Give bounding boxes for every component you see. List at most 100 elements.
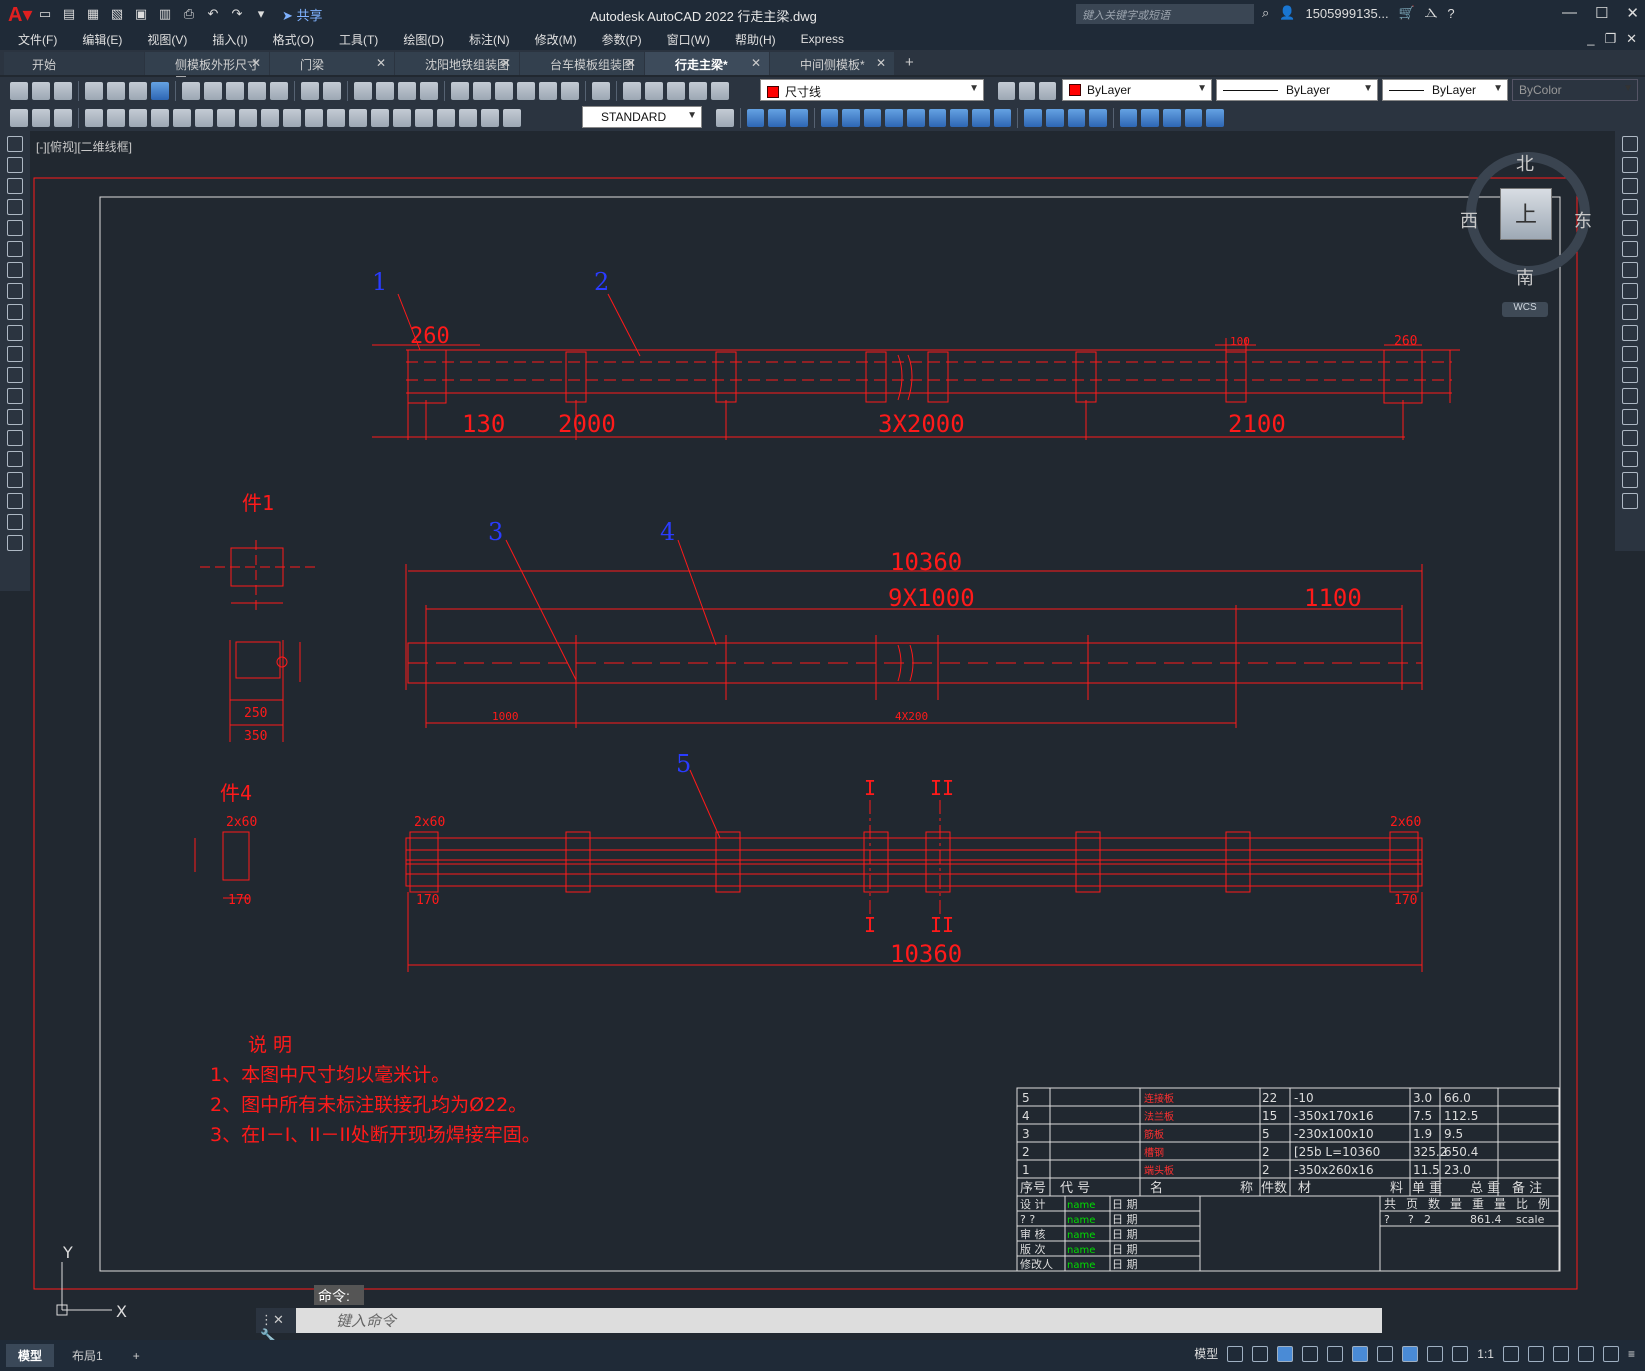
annotation-visibility-icon[interactable] [1402,1345,1419,1362]
part4-label: 件4 [220,781,252,805]
bom-row-unit: 1.9 [1413,1127,1432,1141]
title-block-name: name [1067,1215,1095,1226]
bom-row-total: 650.4 [1444,1145,1478,1159]
command-close-icon[interactable]: ⋮✕ 🔧 [256,1308,296,1343]
bom-header-name: 名 [1150,1180,1163,1196]
title-block-name: name [1067,1200,1095,1211]
object-snap-icon[interactable] [1352,1345,1369,1362]
viewcube-top-face[interactable]: 上 [1500,188,1552,240]
bottom-170-right: 170 [1394,893,1417,908]
bom-row-total: 9.5 [1444,1127,1463,1141]
bom-row-material: -230x100x10 [1294,1127,1374,1141]
customize-icon[interactable]: ≡ [1628,1347,1635,1361]
bom-table: 5 连接板 22 -10 3.0 66.04 法兰板 15 -350x170x16 7.5 112.… [1016,1087,1560,1272]
annotation-scale-icon[interactable] [1452,1345,1469,1362]
model-space-button[interactable]: 模型 [1194,1345,1218,1362]
status-tools: 模型 1:1 ≡ [1194,1345,1635,1362]
mid-1000-dim: 1000 [492,710,519,723]
snap-icon[interactable] [1252,1345,1269,1362]
title-block-review: 审 核 [1020,1227,1046,1241]
hardware-acceleration-icon[interactable] [1577,1345,1594,1362]
sheet-value: ? [1384,1213,1390,1226]
bom-row-qty: 5 [1262,1127,1270,1141]
wcs-menu[interactable]: WCS [1502,302,1548,317]
tab-model[interactable]: 模型 [6,1344,55,1367]
notes-block: 说 明 1、本图中尺寸均以毫米计。 2、图中所有未标注联接孔均为Ø22。 3、在… [210,1034,541,1146]
viewcube-west[interactable]: 西 [1460,207,1478,233]
clean-screen-icon[interactable] [1602,1345,1619,1362]
bom-header-unit: 单 重 [1412,1180,1442,1196]
bom-row-qty: 2 [1262,1145,1270,1159]
title-block-name: name [1067,1260,1095,1271]
viewcube-north[interactable]: 北 [1516,150,1534,176]
bom-header-total: 总 重 [1470,1180,1500,1196]
sheet-header: 数 [1428,1196,1440,1211]
sheet-value: 861.4 [1470,1213,1502,1226]
dim-3x2000: 3X2000 [878,410,965,438]
bom-row-material: -350x170x16 [1294,1109,1374,1123]
title-block-date: 日 期 [1112,1228,1138,1241]
section-label-1b: I [864,913,876,937]
note-3: 3、在I－I、II－II处断开现场焊接牢固。 [210,1124,541,1146]
title-block-date: 日 期 [1112,1198,1138,1211]
sheet-header: 比 [1516,1197,1528,1211]
dim-100: 100 [1230,335,1250,348]
annotation-monitor-icon[interactable] [1527,1345,1544,1362]
bom-header-qty: 件数 [1261,1181,1287,1196]
tab-layout1[interactable]: 布局1 [60,1344,115,1367]
part1-dim-250: 250 [244,706,267,721]
bom-row-no: 4 [1022,1109,1030,1123]
title-block-date: 日 期 [1112,1243,1138,1256]
bom-row-total: 23.0 [1444,1163,1471,1177]
sheet-header: 量 [1494,1197,1506,1211]
command-line[interactable]: ⋮✕ 🔧 键入命令 [256,1308,1382,1343]
bottom-overall-dim: 10360 [890,940,962,968]
sheet-value: scale [1516,1213,1545,1226]
ortho-icon[interactable] [1277,1345,1294,1362]
bom-row-qty: 15 [1262,1109,1277,1123]
bottom-2x60-left: 2x60 [414,815,445,830]
bom-row-qty: 2 [1262,1163,1270,1177]
viewcube-south[interactable]: 南 [1516,264,1534,290]
section-label-1: I [864,776,876,800]
annotation-scale-value[interactable]: 1:1 [1477,1347,1494,1361]
auto-scale-icon[interactable] [1427,1345,1444,1362]
grid-icon[interactable] [1227,1345,1244,1362]
isolate-objects-icon[interactable] [1552,1345,1569,1362]
part1-dim-350: 350 [244,729,267,744]
ucs-y-label: Y [62,1243,73,1262]
dim-130: 130 [462,410,505,438]
bottom-170-left: 170 [416,893,439,908]
bom-row-unit: 3.0 [1413,1091,1432,1105]
part1-label: 件1 [242,491,274,515]
bom-header-code: 代 号 [1060,1181,1090,1196]
bottom-2x60-right: 2x60 [1390,815,1421,830]
bom-header-remark: 备 注 [1512,1180,1542,1196]
drawing-svg: 260 130 2000 3X2000 2100 100 260 10360 9… [33,177,1578,1321]
command-input[interactable]: 键入命令 [296,1310,1382,1331]
bom-row-no: 3 [1022,1127,1030,1141]
autocad-window: A▾ ▭ ▤ ▦ ▧ ▣ ▥ ⎙ ↶ ↷ ▾ ➤ 共享 Autodesk Aut… [0,0,1645,1371]
ucs-icon: Y X [56,1243,127,1321]
title-block-name: name [1067,1230,1095,1241]
bom-row-unit: 7.5 [1413,1109,1432,1123]
mid-end-dim: 1100 [1304,584,1362,612]
dim-260: 260 [410,324,450,349]
bom-row-no: 5 [1022,1091,1030,1105]
lineweight-icon[interactable] [1377,1345,1394,1362]
sheet-value: 2 [1424,1213,1431,1226]
workspace-gear-icon[interactable] [1502,1345,1519,1362]
mid-pitch-dim: 9X1000 [888,584,975,612]
sheet-value: ? [1408,1213,1414,1226]
viewcube-east[interactable]: 东 [1574,207,1592,233]
bom-row-total: 112.5 [1444,1109,1478,1123]
bom-row-total: 66.0 [1444,1091,1471,1105]
bom-row-unit: 325.2 [1413,1145,1447,1159]
bom-header-no: 序号 [1020,1181,1046,1196]
polar-icon[interactable] [1302,1345,1319,1362]
sheet-header: 共 [1384,1197,1396,1211]
bom-row-name: 筋板 [1144,1128,1164,1141]
isodraft-icon[interactable] [1327,1345,1344,1362]
sheet-header: 页 [1406,1197,1418,1211]
add-layout-icon[interactable]: + [121,1346,152,1366]
